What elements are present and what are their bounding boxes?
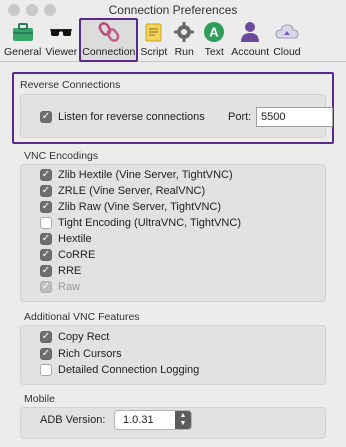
tab-script[interactable]: Script bbox=[138, 20, 169, 62]
tab-viewer[interactable]: Viewer bbox=[43, 20, 79, 62]
encoding-label: Hextile bbox=[58, 233, 92, 245]
encoding-hextile-checkbox[interactable]: ✓ bbox=[40, 233, 52, 245]
encoding-label: Zlib Raw (Vine Server, TightVNC) bbox=[58, 201, 222, 213]
window-title: Connection Preferences bbox=[108, 3, 238, 17]
tab-cloud-label: Cloud bbox=[273, 46, 301, 58]
feature-label: Detailed Connection Logging bbox=[58, 364, 200, 376]
encoding-label: Tight Encoding (UltraVNC, TightVNC) bbox=[58, 217, 241, 229]
listen-reverse-checkbox[interactable]: ✓ bbox=[40, 111, 52, 123]
feature-rich-cursors[interactable]: ✓ Rich Cursors bbox=[40, 348, 122, 360]
person-icon bbox=[241, 22, 260, 42]
encoding-zlib-hextile[interactable]: ✓ Zlib Hextile (Vine Server, TightVNC) bbox=[40, 169, 233, 181]
svg-text:A: A bbox=[210, 25, 220, 40]
tab-run[interactable]: Run bbox=[169, 20, 199, 62]
tab-cloud[interactable]: Cloud bbox=[271, 20, 302, 62]
encoding-label: RRE bbox=[58, 265, 82, 277]
encoding-tight[interactable]: Tight Encoding (UltraVNC, TightVNC) bbox=[40, 217, 241, 229]
encoding-rre-checkbox[interactable]: ✓ bbox=[40, 265, 52, 277]
vnc-encodings-title: VNC Encodings bbox=[24, 150, 99, 162]
gear-icon bbox=[174, 22, 195, 42]
feature-label: Rich Cursors bbox=[58, 348, 122, 360]
tab-script-label: Script bbox=[140, 46, 168, 58]
feature-label: Copy Rect bbox=[58, 331, 110, 343]
title-bar: Connection Preferences bbox=[0, 0, 346, 20]
encoding-zrle[interactable]: ✓ ZRLE (Vine Server, RealVNC) bbox=[40, 185, 205, 197]
adb-version-select[interactable]: 1.0.31 ▲ ▼ bbox=[114, 410, 192, 430]
toolbox-icon bbox=[12, 23, 33, 41]
chain-link-icon bbox=[98, 22, 120, 42]
listen-reverse-label: Listen for reverse connections bbox=[58, 111, 205, 123]
feature-copy-rect-checkbox[interactable]: ✓ bbox=[40, 331, 52, 343]
port-label-row: Port: bbox=[228, 111, 251, 123]
tab-general-label: General bbox=[4, 46, 42, 58]
encoding-label: CoRRE bbox=[58, 249, 96, 261]
preferences-toolbar: General Viewer Connection Script Run A T… bbox=[0, 18, 346, 62]
up-down-chevron-icon: ▲ ▼ bbox=[175, 411, 191, 429]
encoding-raw: ✓ Raw bbox=[40, 281, 80, 293]
encoding-label: ZRLE (Vine Server, RealVNC) bbox=[58, 185, 206, 197]
tab-connection-label: Connection bbox=[82, 46, 136, 58]
feature-rich-cursors-checkbox[interactable]: ✓ bbox=[40, 348, 52, 360]
tab-text[interactable]: A Text bbox=[199, 20, 229, 62]
script-icon bbox=[145, 23, 162, 42]
additional-features-title: Additional VNC Features bbox=[24, 311, 140, 323]
text-a-icon: A bbox=[204, 22, 225, 42]
tab-account[interactable]: Account bbox=[229, 20, 271, 62]
encoding-zlib-raw[interactable]: ✓ Zlib Raw (Vine Server, TightVNC) bbox=[40, 201, 221, 213]
encoding-zlib-hextile-checkbox[interactable]: ✓ bbox=[40, 169, 52, 181]
encoding-corre-checkbox[interactable]: ✓ bbox=[40, 249, 52, 261]
feature-copy-rect[interactable]: ✓ Copy Rect bbox=[40, 331, 109, 343]
adb-version-label: ADB Version: bbox=[40, 414, 106, 426]
tab-general[interactable]: General bbox=[2, 20, 43, 62]
encoding-corre[interactable]: ✓ CoRRE bbox=[40, 249, 95, 261]
encoding-label: Raw bbox=[58, 281, 81, 293]
port-label: Port: bbox=[228, 111, 252, 123]
encoding-tight-checkbox[interactable] bbox=[40, 217, 52, 229]
close-window-button[interactable] bbox=[8, 4, 20, 16]
reverse-connections-title: Reverse Connections bbox=[20, 79, 121, 91]
tab-run-label: Run bbox=[174, 46, 194, 58]
listen-reverse-row[interactable]: ✓ Listen for reverse connections bbox=[40, 111, 205, 123]
preferences-window: Connection Preferences General Viewer Co… bbox=[0, 0, 346, 447]
encoding-zrle-checkbox[interactable]: ✓ bbox=[40, 185, 52, 197]
encoding-hextile[interactable]: ✓ Hextile bbox=[40, 233, 92, 245]
minimize-window-button[interactable] bbox=[26, 4, 38, 16]
mobile-title: Mobile bbox=[24, 393, 55, 405]
adb-version-value: 1.0.31 bbox=[123, 414, 154, 426]
tab-text-label: Text bbox=[204, 46, 224, 58]
tab-account-label: Account bbox=[231, 46, 270, 58]
zoom-window-button[interactable] bbox=[44, 4, 56, 16]
tab-connection[interactable]: Connection bbox=[79, 18, 139, 62]
tab-viewer-label: Viewer bbox=[45, 46, 78, 58]
window-controls bbox=[8, 4, 56, 16]
glasses-icon bbox=[50, 29, 73, 36]
cloud-icon bbox=[275, 24, 299, 39]
encoding-zlib-raw-checkbox[interactable]: ✓ bbox=[40, 201, 52, 213]
feature-detailed-logging-checkbox[interactable] bbox=[40, 364, 52, 376]
feature-detailed-logging[interactable]: Detailed Connection Logging bbox=[40, 364, 199, 376]
port-input[interactable]: 5500 bbox=[256, 107, 333, 127]
encoding-raw-checkbox: ✓ bbox=[40, 281, 52, 293]
adb-version-label-row: ADB Version: bbox=[40, 414, 105, 426]
encoding-label: Zlib Hextile (Vine Server, TightVNC) bbox=[58, 169, 233, 181]
encoding-rre[interactable]: ✓ RRE bbox=[40, 265, 81, 277]
